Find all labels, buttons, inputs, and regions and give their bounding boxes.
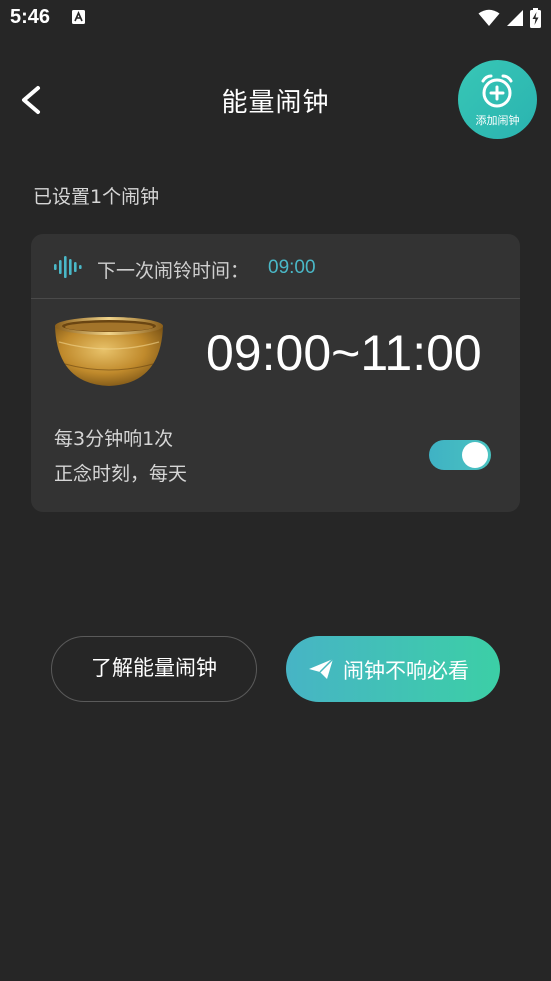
alarm-schedule: 正念时刻，每天 — [54, 463, 188, 485]
alarm-interval: 每3分钟响1次 — [54, 428, 174, 450]
notification-a-icon — [72, 10, 85, 24]
alarm-time-range: 09:00~11:00 — [206, 325, 482, 381]
next-alarm-time: 09:00 — [268, 257, 316, 278]
status-time: 5:46 — [10, 6, 51, 28]
alarm-count-label: 已设置1个闹钟 — [33, 186, 160, 208]
alarm-plus-icon — [481, 74, 513, 108]
alarm-enable-toggle[interactable] — [429, 440, 491, 470]
next-alarm-row: 下一次闹铃时间： 09:00 — [31, 234, 520, 299]
header: 能量闹钟 添加闹钟 — [0, 60, 551, 140]
battery-charging-icon — [530, 8, 541, 28]
toggle-knob — [462, 442, 488, 468]
add-alarm-label: 添加闹钟 — [475, 114, 520, 127]
next-alarm-label: 下一次闹铃时间： — [97, 260, 250, 282]
singing-bowl-image — [55, 317, 163, 386]
signal-icon — [507, 10, 523, 26]
alarm-not-ringing-help-button[interactable]: 闹钟不响必看 — [286, 636, 500, 702]
status-icons — [478, 8, 541, 28]
waveform-icon — [54, 256, 82, 278]
learn-energy-alarm-button[interactable]: 了解能量闹钟 — [51, 636, 257, 702]
alarm-card[interactable]: 下一次闹铃时间： 09:00 09:00~11:00 每3分钟响1次 正念时刻，… — [31, 234, 520, 512]
add-alarm-button[interactable]: 添加闹钟 — [458, 60, 537, 139]
help-button-label: 闹钟不响必看 — [343, 659, 469, 683]
wifi-icon — [478, 9, 500, 26]
status-bar: 5:46 — [0, 0, 551, 38]
paper-plane-icon — [309, 658, 334, 679]
